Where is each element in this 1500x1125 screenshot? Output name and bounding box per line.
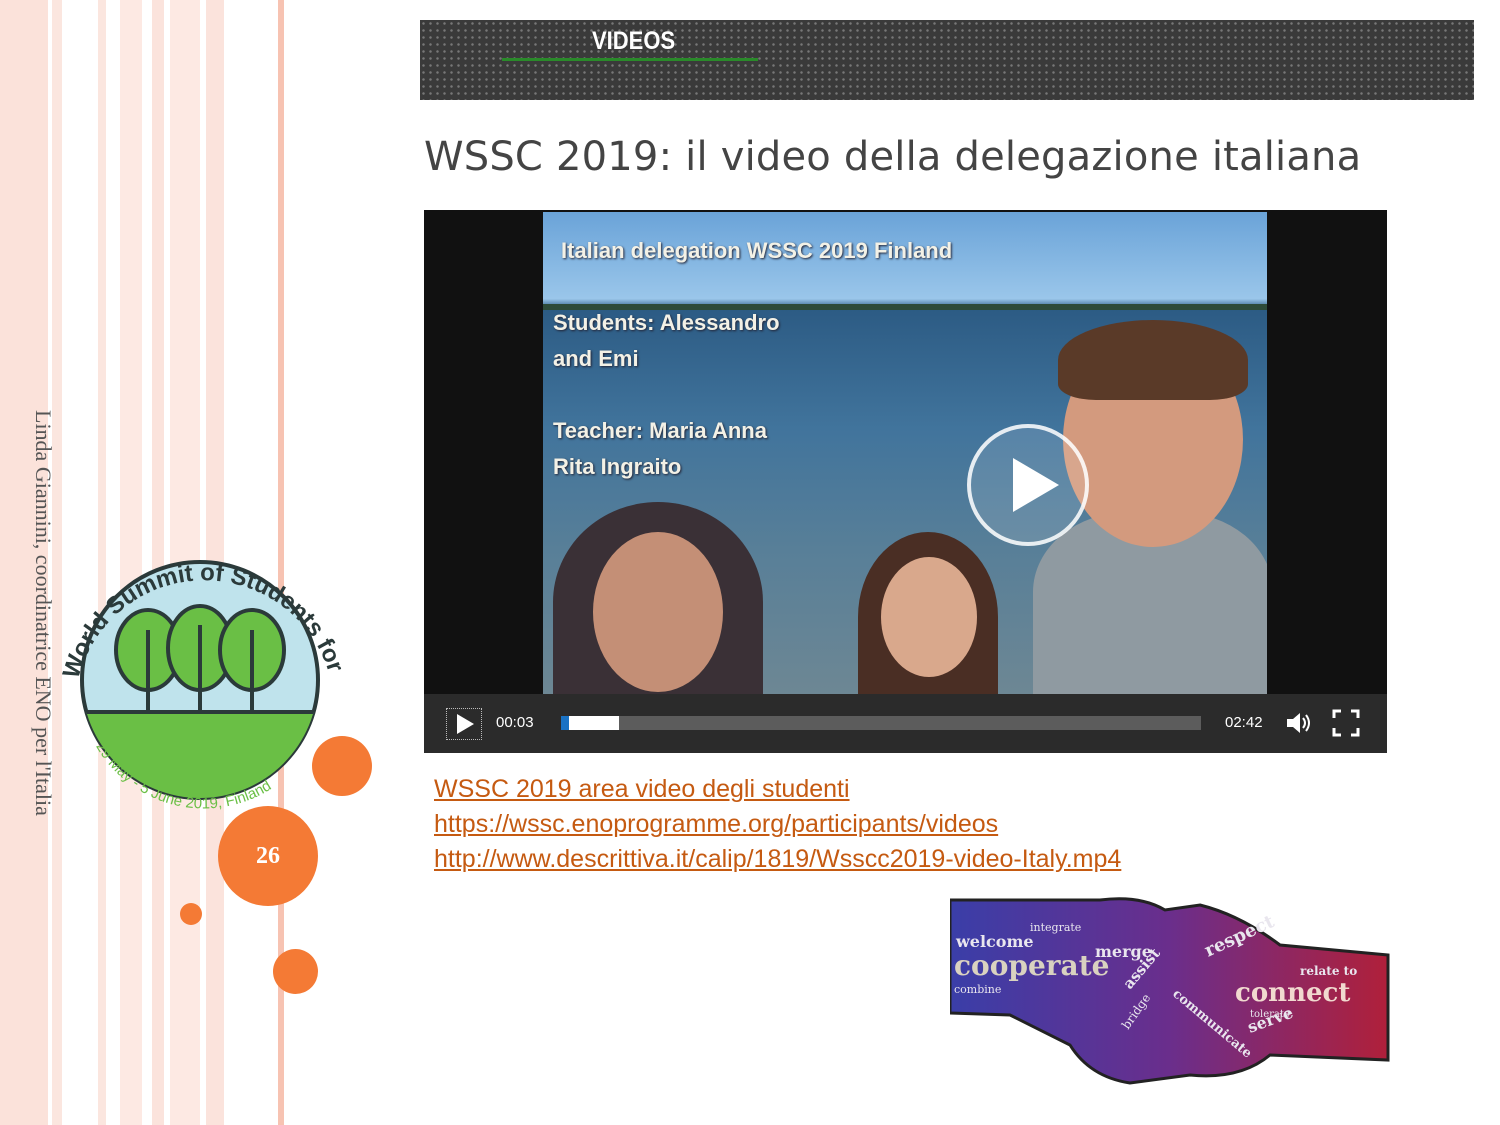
page-title: WSSC 2019: il video della delegazione it… bbox=[424, 134, 1362, 180]
progress-knob[interactable] bbox=[561, 716, 569, 730]
word: connect bbox=[1235, 978, 1350, 1008]
word: tolerate bbox=[1250, 1009, 1290, 1020]
banner-title: VIDEOS bbox=[592, 26, 676, 55]
video-frame[interactable]: Italian delegation WSSC 2019 Finland Stu… bbox=[543, 212, 1267, 694]
play-icon[interactable] bbox=[446, 708, 482, 740]
wssc-logo: World Summit of Students for Climate 29 … bbox=[58, 520, 348, 812]
duration: 02:42 bbox=[1225, 714, 1263, 731]
link-wssc-participants-videos[interactable]: https://wssc.enoprogramme.org/participan… bbox=[434, 807, 1121, 842]
progress-fill bbox=[561, 716, 619, 730]
link-descrittiva-video[interactable]: http://www.descrittiva.it/calip/1819/Wss… bbox=[434, 842, 1121, 877]
decorative-circle bbox=[273, 949, 318, 994]
volume-icon[interactable] bbox=[1284, 709, 1314, 737]
fullscreen-icon[interactable] bbox=[1332, 709, 1360, 737]
handshake-wordcloud-image: welcome cooperate integrate merge assist… bbox=[950, 897, 1390, 1085]
person-left-face bbox=[593, 532, 723, 692]
link-student-videos-area[interactable]: WSSC 2019 area video degli studenti bbox=[434, 772, 1121, 807]
videos-banner: VIDEOS bbox=[420, 20, 1474, 100]
progress-bar[interactable] bbox=[561, 716, 1201, 730]
word: combine bbox=[954, 983, 1001, 996]
big-play-icon[interactable] bbox=[967, 424, 1089, 546]
person-right-hair bbox=[1058, 320, 1248, 400]
person-middle-face bbox=[881, 557, 977, 677]
video-teacher-line2: Rita Ingraito bbox=[553, 454, 682, 479]
video-overlay-title: Italian delegation WSSC 2019 Finland bbox=[561, 238, 953, 263]
decorative-circle bbox=[180, 903, 202, 925]
current-time: 00:03 bbox=[496, 714, 534, 731]
video-students-line1: Students: Alessandro bbox=[553, 310, 780, 335]
author-vertical-text: Linda Giannini, coordinatrice ENO per l'… bbox=[31, 410, 56, 816]
word: relate to bbox=[1300, 964, 1357, 978]
page-number: 26 bbox=[218, 806, 318, 906]
banner-underline bbox=[502, 58, 758, 61]
video-player[interactable]: Italian delegation WSSC 2019 Finland Stu… bbox=[424, 210, 1387, 753]
word: cooperate bbox=[954, 949, 1109, 982]
word: integrate bbox=[1030, 921, 1081, 934]
link-list: WSSC 2019 area video degli studenti http… bbox=[434, 772, 1121, 877]
player-controls: 00:03 02:42 bbox=[424, 694, 1387, 753]
video-students-line2: and Emi bbox=[553, 346, 639, 371]
decorative-circle bbox=[312, 736, 372, 796]
video-teacher-line1: Teacher: Maria Anna bbox=[553, 418, 767, 443]
